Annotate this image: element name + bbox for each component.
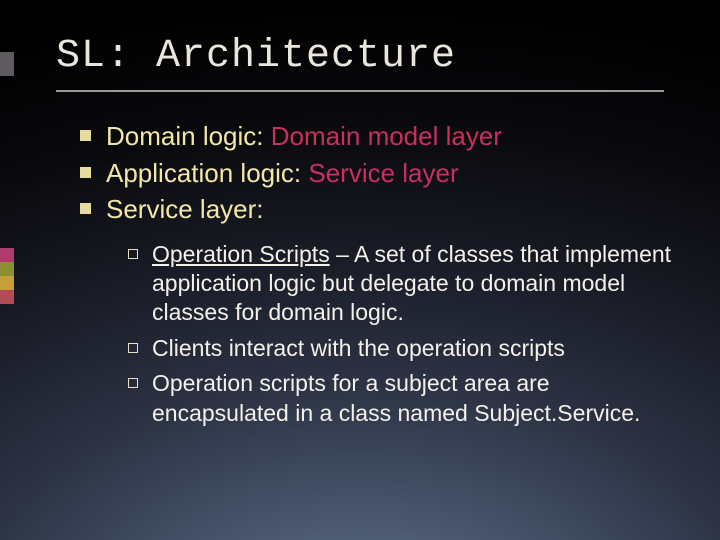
accent-bar (0, 52, 14, 76)
accent-bar (0, 290, 14, 304)
bullet-text: Service layer: (106, 194, 264, 224)
slide: SL: Architecture Domain logic: Domain mo… (0, 0, 720, 540)
bullet-list: Domain logic: Domain model layer Applica… (76, 120, 676, 428)
accent-bar (0, 262, 14, 276)
highlight-text: Domain model layer (271, 121, 502, 151)
bullet-item: Domain logic: Domain model layer (76, 120, 676, 153)
content-area: Domain logic: Domain model layer Applica… (76, 120, 676, 434)
highlight-text: Service layer (308, 158, 458, 188)
sub-bullet-item: Operation scripts for a subject area are… (126, 369, 676, 428)
sub-bullet-list: Operation Scripts – A set of classes tha… (106, 240, 676, 429)
sub-bullet-item: Operation Scripts – A set of classes tha… (126, 240, 676, 328)
sub-bullet-item: Clients interact with the operation scri… (126, 334, 676, 363)
bullet-item: Application logic: Service layer (76, 157, 676, 190)
sub-bullet-text: Clients interact with the operation scri… (152, 335, 565, 361)
sub-bullet-text: Operation scripts for a subject area are… (152, 370, 640, 425)
bullet-item: Service layer: Operation Scripts – A set… (76, 193, 676, 428)
accent-bars (0, 0, 14, 540)
accent-bar (0, 276, 14, 290)
underlined-term: Operation Scripts (152, 241, 330, 267)
slide-title: SL: Architecture (56, 34, 456, 79)
bullet-text: Application logic: (106, 158, 301, 188)
accent-bar (0, 248, 14, 262)
bullet-text: Domain logic: (106, 121, 264, 151)
title-underline (56, 90, 664, 92)
